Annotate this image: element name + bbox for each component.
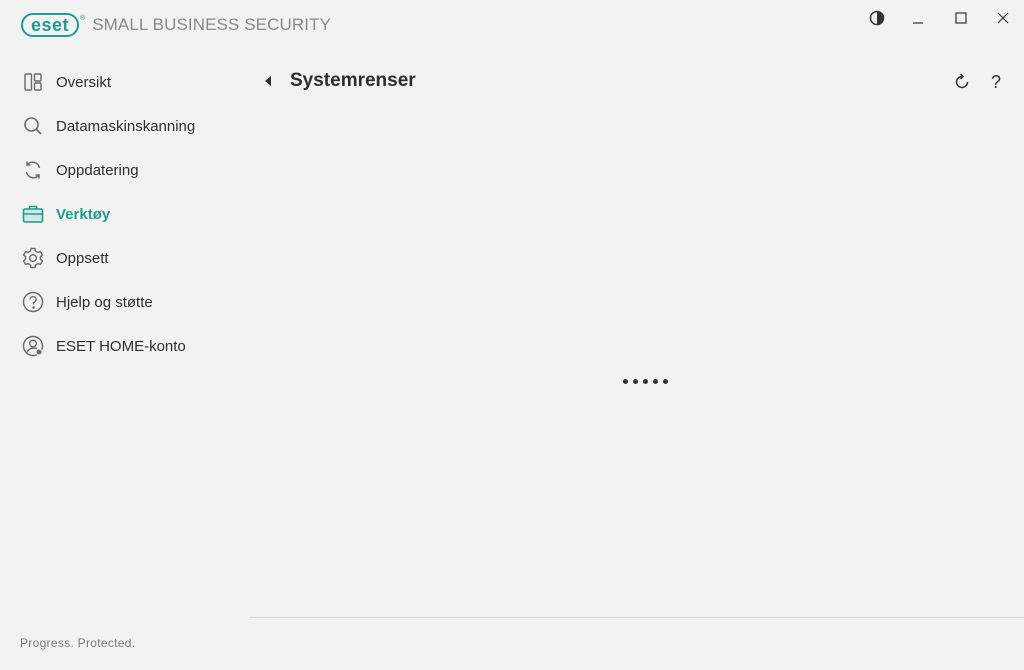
sidebar-item-label: Oversikt [56, 73, 112, 91]
help-icon: ? [990, 71, 1001, 92]
logo-text: eset [31, 14, 70, 35]
back-button[interactable] [262, 72, 274, 90]
help-button[interactable]: ? [984, 70, 1008, 94]
reload-button[interactable] [950, 70, 974, 94]
sidebar-item-label: Verktøy [56, 205, 111, 223]
account-icon [22, 335, 44, 357]
sidebar-item-oppdatering[interactable]: Oppdatering [22, 157, 139, 183]
sidebar-item-label: Oppdatering [56, 161, 139, 179]
refresh-icon [22, 159, 44, 181]
dashboard-icon [22, 71, 44, 93]
loading-dot [633, 379, 638, 384]
sidebar-item-eset-home-konto[interactable]: ESET HOME-konto [22, 333, 186, 359]
loading-dot [623, 379, 628, 384]
product-name: SMALL BUSINESS SECURITY [92, 15, 331, 34]
footer-tagline: Progress. Protected. [20, 636, 136, 650]
title-bar: eset ® SMALL BUSINESS SECURITY [0, 0, 1024, 52]
loading-indicator [623, 379, 668, 384]
page-title: Systemrenser [290, 70, 416, 91]
reload-icon [955, 73, 969, 89]
close-icon [997, 12, 1009, 24]
theme-toggle-button[interactable] [864, 6, 890, 30]
sidebar-item-oversikt[interactable]: Oversikt [22, 69, 111, 95]
sidebar-item-datamaskinskanning[interactable]: Datamaskinskanning [22, 113, 195, 139]
loading-dot [653, 379, 658, 384]
minimize-icon [913, 22, 923, 24]
loading-dot [663, 379, 668, 384]
sidebar-item-label: Hjelp og støtte [56, 293, 153, 311]
sidebar-item-oppsett[interactable]: Oppsett [22, 245, 109, 271]
eset-logo: eset ® SMALL BUSINESS SECURITY [21, 13, 331, 37]
logo-badge: eset [21, 13, 80, 37]
close-button[interactable] [990, 6, 1016, 30]
maximize-button[interactable] [948, 6, 974, 30]
logo-registered-mark: ® [80, 14, 86, 22]
toolbox-icon [22, 203, 44, 225]
sidebar-item-label: ESET HOME-konto [56, 337, 186, 355]
loading-dot [643, 379, 648, 384]
gear-icon [22, 247, 44, 269]
sidebar-item-label: Oppsett [56, 249, 109, 267]
contrast-icon [869, 10, 885, 26]
back-arrow-icon [265, 76, 271, 86]
sidebar-item-hjelp-og-stotte[interactable]: Hjelp og støtte [22, 289, 153, 315]
search-icon [22, 115, 44, 137]
sidebar-item-verktoy[interactable]: Verktøy [22, 201, 110, 227]
sidebar-item-label: Datamaskinskanning [56, 117, 196, 135]
help-circle-icon [22, 291, 44, 313]
maximize-icon [955, 12, 967, 24]
minimize-button[interactable] [905, 6, 931, 30]
bottom-divider [250, 617, 1024, 618]
page-header: Systemrenser ? [250, 64, 1024, 100]
